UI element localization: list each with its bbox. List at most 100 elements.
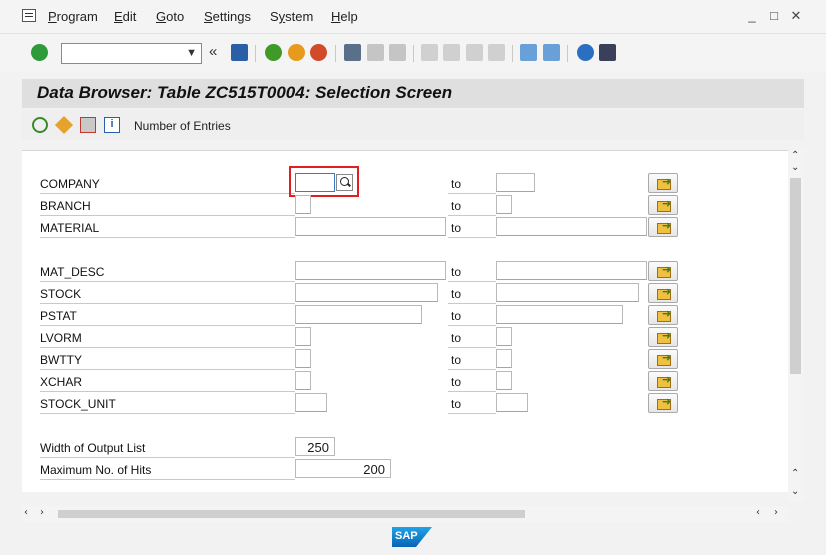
vertical-scroll-thumb[interactable]: [790, 178, 801, 374]
toolbar-separator: [413, 45, 414, 62]
number-of-entries-button[interactable]: Number of Entries: [134, 119, 231, 133]
back-arrow-icon[interactable]: «: [209, 43, 221, 60]
exit-icon[interactable]: [288, 44, 305, 61]
multiple-selection-button-stock[interactable]: [648, 283, 678, 303]
xchar-to-input[interactable]: [496, 371, 512, 390]
toolbar-separator: [512, 45, 513, 62]
stock-to-input[interactable]: [496, 283, 639, 302]
help-icon[interactable]: [577, 44, 594, 61]
minimize-button[interactable]: _: [745, 8, 759, 23]
scroll-down-icon[interactable]: ⌄: [791, 486, 799, 497]
system-menu-icon[interactable]: [22, 9, 36, 22]
stock-from-input[interactable]: [295, 283, 438, 302]
lvorm-to-input[interactable]: [496, 327, 512, 346]
field-label-pstat: PSTAT: [40, 305, 295, 326]
multiple-selection-button-branch[interactable]: [648, 195, 678, 215]
scroll-up-icon[interactable]: ⌃: [791, 150, 799, 161]
search-help-icon[interactable]: [336, 174, 353, 191]
horizontal-scrollbar[interactable]: ‹ › ‹ ›: [22, 506, 788, 522]
save-icon[interactable]: [231, 44, 248, 61]
execute-icon[interactable]: [32, 117, 48, 133]
multiple-selection-button-stock-unit[interactable]: [648, 393, 678, 413]
menu-program[interactable]: Program: [48, 9, 98, 24]
branch-to-input[interactable]: [496, 195, 512, 214]
scroll-right-icon[interactable]: ›: [40, 507, 44, 518]
enter-check-icon[interactable]: [31, 44, 48, 61]
last-page-icon[interactable]: [488, 44, 505, 61]
menu-system[interactable]: System: [270, 9, 313, 24]
multiple-selection-button-material[interactable]: [648, 217, 678, 237]
info-icon[interactable]: i: [104, 117, 120, 133]
multiple-selection-button-lvorm[interactable]: [648, 327, 678, 347]
sap-logo: SAP: [392, 527, 432, 547]
close-button[interactable]: ✕: [789, 8, 803, 24]
chevron-down-icon[interactable]: ▼: [186, 47, 197, 59]
material-from-input[interactable]: [295, 217, 446, 236]
stock-unit-from-input[interactable]: [295, 393, 327, 412]
mat-desc-to-input[interactable]: [496, 261, 647, 280]
field-label-mat-desc: MAT_DESC: [40, 261, 295, 282]
toolbar-separator: [567, 45, 568, 62]
pstat-to-input[interactable]: [496, 305, 623, 324]
field-label-stock-unit: STOCK_UNIT: [40, 393, 295, 414]
stock-unit-to-input[interactable]: [496, 393, 528, 412]
create-session-icon[interactable]: [520, 44, 537, 61]
horizontal-scroll-thumb[interactable]: [58, 510, 525, 518]
bwtty-from-input[interactable]: [295, 349, 311, 368]
scroll-right-icon[interactable]: ›: [774, 507, 778, 518]
find-next-icon[interactable]: [389, 44, 406, 61]
command-field[interactable]: ▼: [61, 43, 202, 64]
delete-selection-icon[interactable]: [80, 117, 96, 133]
page-title: Data Browser: Table ZC515T0004: Selectio…: [37, 83, 453, 102]
width-of-output-list-input[interactable]: 250: [295, 437, 335, 456]
field-label-width-of-output-list: Width of Output List: [40, 437, 295, 458]
title-bar: Data Browser: Table ZC515T0004: Selectio…: [22, 79, 804, 108]
toolbar-separator: [255, 45, 256, 62]
menu-settings[interactable]: Settings: [204, 9, 251, 24]
multiple-selection-button-mat-desc[interactable]: [648, 261, 678, 281]
previous-page-icon[interactable]: [443, 44, 460, 61]
next-page-icon[interactable]: [466, 44, 483, 61]
customize-layout-icon[interactable]: [599, 44, 616, 61]
material-to-input[interactable]: [496, 217, 647, 236]
company-to-input[interactable]: [496, 173, 535, 192]
scroll-left-icon[interactable]: ‹: [756, 507, 760, 518]
find-icon[interactable]: [367, 44, 384, 61]
field-label-branch: BRANCH: [40, 195, 295, 216]
bwtty-to-input[interactable]: [496, 349, 512, 368]
field-label-xchar: XCHAR: [40, 371, 295, 392]
to-label: to: [448, 217, 496, 238]
maximum-no-of-hits-input[interactable]: 200: [295, 459, 391, 478]
field-label-maximum-no-of-hits: Maximum No. of Hits: [40, 459, 295, 480]
maximize-button[interactable]: □: [767, 8, 781, 23]
scroll-up-icon[interactable]: ⌄: [791, 162, 799, 173]
get-variant-icon[interactable]: [54, 115, 74, 135]
multiple-selection-button-company[interactable]: [648, 173, 678, 193]
field-label-lvorm: LVORM: [40, 327, 295, 348]
branch-from-input[interactable]: [295, 195, 311, 214]
field-label-company: COMPANY: [40, 173, 295, 194]
cancel-icon[interactable]: [310, 44, 327, 61]
back-icon[interactable]: [265, 44, 282, 61]
menu-help[interactable]: Help: [331, 9, 358, 24]
xchar-from-input[interactable]: [295, 371, 311, 390]
company-from-input[interactable]: [295, 173, 335, 192]
scroll-down-icon[interactable]: ⌃: [791, 468, 799, 479]
selection-screen: COMPANY to BRANCH to MATERIAL to MAT_DES…: [22, 150, 788, 492]
first-page-icon[interactable]: [421, 44, 438, 61]
pstat-from-input[interactable]: [295, 305, 422, 324]
scroll-left-icon[interactable]: ‹: [24, 507, 28, 518]
print-icon[interactable]: [344, 44, 361, 61]
menu-edit[interactable]: Edit: [114, 9, 136, 24]
multiple-selection-button-bwtty[interactable]: [648, 349, 678, 369]
to-label: to: [448, 283, 496, 304]
vertical-scrollbar[interactable]: ⌃ ⌄ ⌃ ⌄: [788, 150, 804, 502]
create-shortcut-icon[interactable]: [543, 44, 560, 61]
multiple-selection-button-pstat[interactable]: [648, 305, 678, 325]
multiple-selection-button-xchar[interactable]: [648, 371, 678, 391]
menu-goto[interactable]: Goto: [156, 9, 184, 24]
lvorm-from-input[interactable]: [295, 327, 311, 346]
mat-desc-from-input[interactable]: [295, 261, 446, 280]
to-label: to: [448, 327, 496, 348]
to-label: to: [448, 305, 496, 326]
